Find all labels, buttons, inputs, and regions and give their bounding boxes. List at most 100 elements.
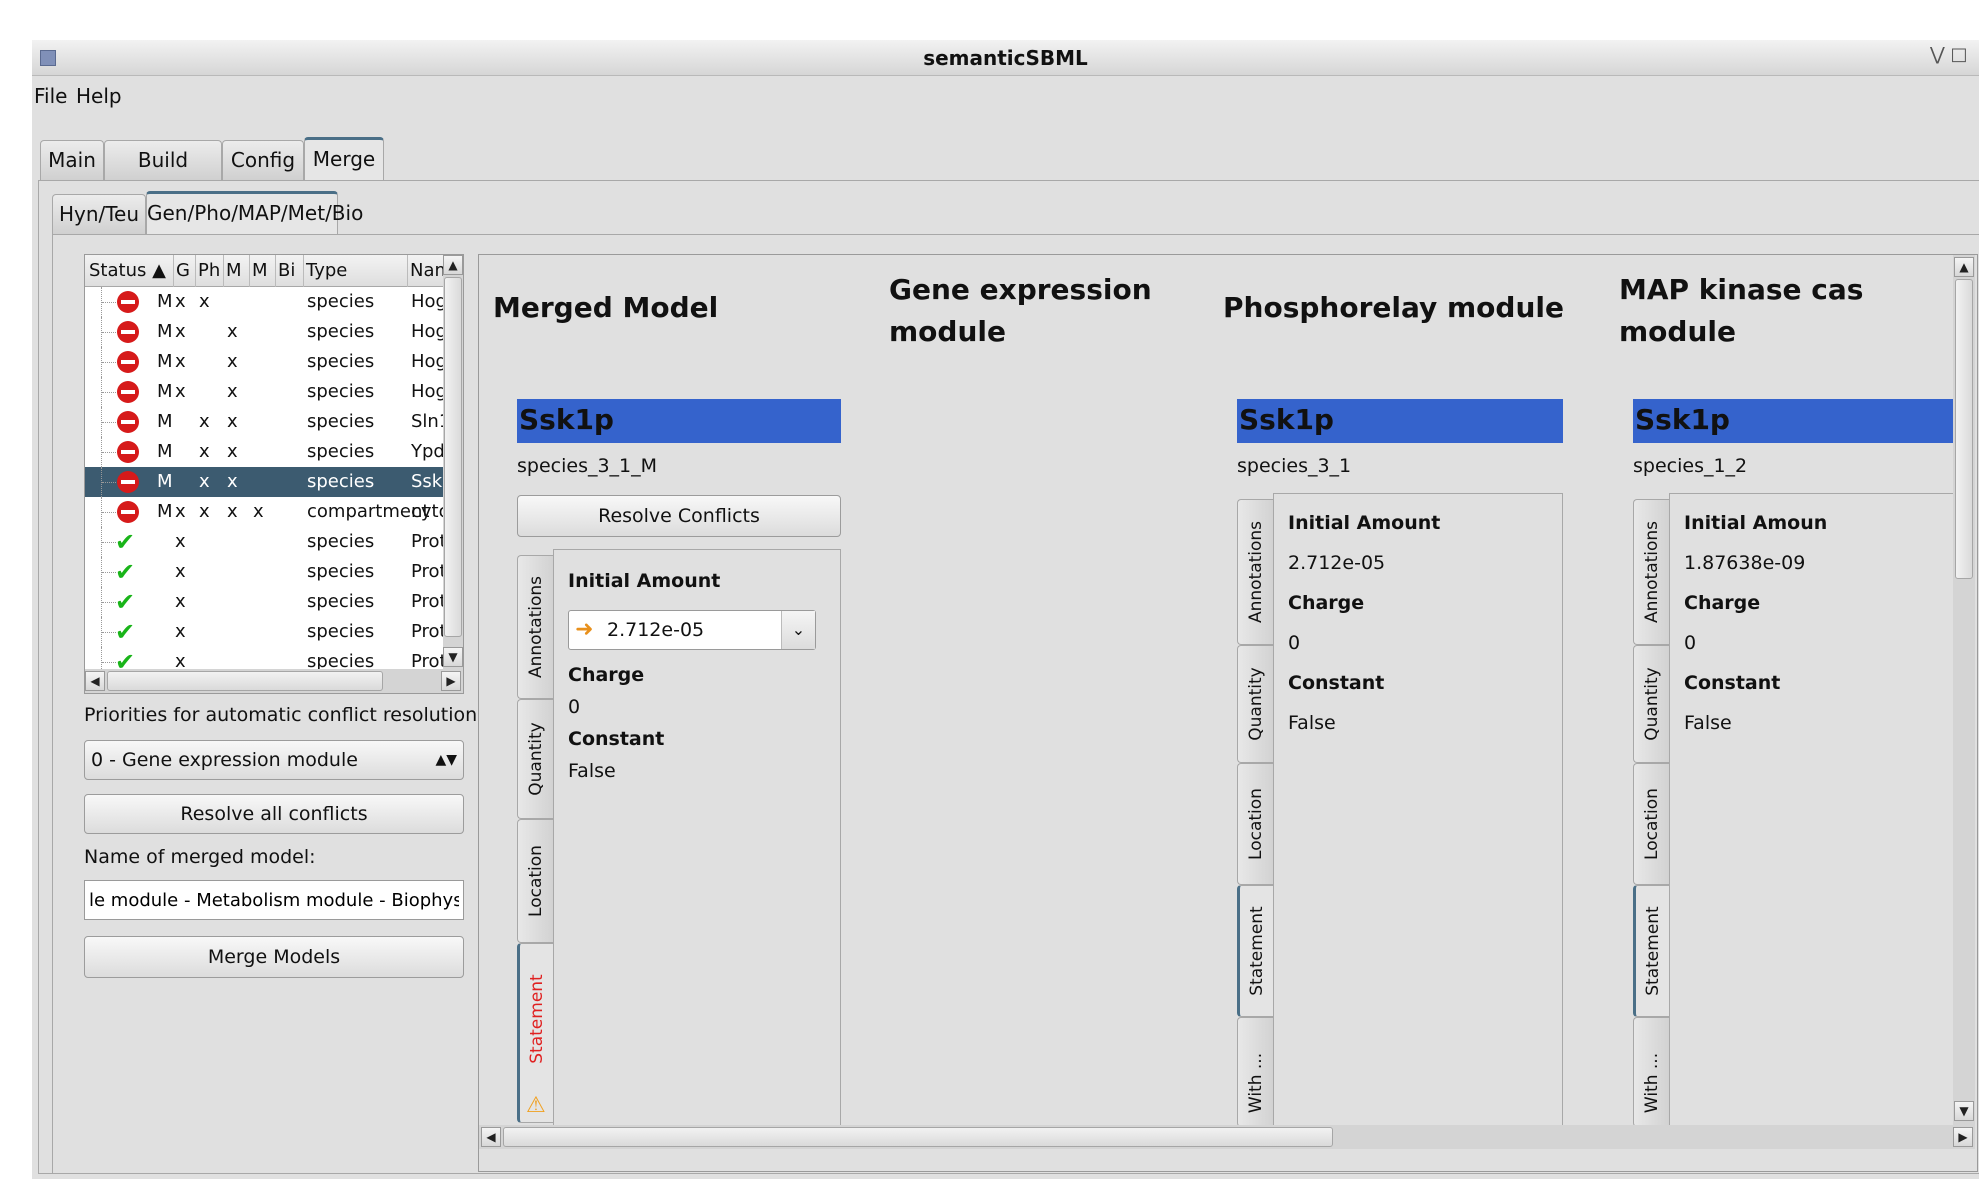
scroll-left-icon[interactable]: ◀ [481, 1127, 501, 1147]
ok-check-icon: ✔ [115, 588, 136, 616]
merged-vtab-quantity[interactable]: Quantity [517, 699, 553, 819]
maximize-icon[interactable]: □ [1951, 44, 1968, 65]
col-bi[interactable]: Bi [275, 255, 302, 287]
cell-mark: M [157, 441, 173, 462]
table-vscroll-thumb[interactable] [444, 277, 462, 637]
col-ph[interactable]: Ph [195, 255, 222, 287]
merge-models-button[interactable]: Merge Models [84, 936, 464, 978]
map-vtab-annotations[interactable]: Annotations [1633, 499, 1669, 645]
table-row[interactable]: MxxspeciesHog1p [85, 347, 443, 377]
cell-type: species [307, 441, 375, 462]
conflict-stop-icon [117, 291, 139, 313]
cell-mark: M [157, 381, 173, 402]
table-hscroll[interactable]: ◀ ▶ [85, 669, 463, 693]
table-row[interactable]: Mxx species Ssk1p [85, 467, 443, 497]
table-row[interactable]: Mxxxxcompartmentcytosol [85, 497, 443, 527]
col-m2[interactable]: M [249, 255, 274, 287]
scroll-down-icon[interactable]: ▼ [1954, 1101, 1974, 1121]
table-row[interactable]: ✔ x species Protein [85, 587, 443, 617]
cell-type: species [307, 291, 375, 312]
scroll-up-icon[interactable]: ▲ [1954, 257, 1974, 277]
menu-file[interactable]: File [34, 77, 67, 115]
cell-mark: M [157, 321, 173, 342]
map-vtab-quantity[interactable]: Quantity [1633, 645, 1669, 763]
merged-vtab-location[interactable]: Location [517, 819, 553, 943]
tab-config[interactable]: Config [222, 140, 304, 180]
cell-mark: M [157, 471, 173, 492]
col-name[interactable]: Name [407, 255, 446, 287]
map-kinase-heading: MAP kinase cas module [1619, 273, 1864, 348]
initial-amount-label: Initial Amount [568, 570, 721, 592]
comparison-viewport: Merged Model Ssk1p species_3_1_M Resolve… [479, 255, 1975, 1125]
merged-model-heading: Merged Model [493, 291, 719, 324]
col-status[interactable]: Status ▲ [89, 255, 166, 287]
phospho-vtab-annotations[interactable]: Annotations [1237, 499, 1273, 645]
comparison-vscroll[interactable]: ▲ ▼ [1953, 255, 1975, 1125]
comparison-vscroll-thumb[interactable] [1955, 279, 1973, 579]
tree-branch [102, 602, 116, 603]
charge-label: Charge [1684, 592, 1761, 614]
scroll-down-icon[interactable]: ▼ [443, 647, 463, 667]
table-row[interactable]: ✔ x species Protein [85, 557, 443, 587]
priorities-select[interactable]: 0 - Gene expression module ▲▼ [84, 740, 464, 780]
cell-g: x [175, 291, 186, 312]
scroll-right-icon[interactable]: ▶ [441, 671, 461, 691]
map-vtab-location[interactable]: Location [1633, 763, 1669, 885]
merged-name-input[interactable] [84, 880, 464, 920]
phospho-vtab-with[interactable]: With ... [1237, 1017, 1273, 1125]
comparison-hscroll[interactable]: ◀ ▶ [479, 1125, 1975, 1149]
conflict-stop-icon [117, 501, 139, 523]
cell-name: Protein [411, 621, 443, 642]
tab-main[interactable]: Main [40, 140, 104, 180]
table-row[interactable]: ✔ x species Protein [85, 617, 443, 647]
cell-name: Hog1p [411, 351, 443, 372]
cell-m1: x [227, 381, 238, 402]
table-row[interactable]: MxxspeciesHog1p [85, 317, 443, 347]
ok-check-icon: ✔ [115, 528, 136, 556]
map-vtab-statement[interactable]: Statement [1633, 885, 1669, 1017]
scroll-left-icon[interactable]: ◀ [85, 671, 105, 691]
merged-vtab-statement[interactable]: Statement ⚠ [517, 943, 553, 1123]
table-hscroll-thumb[interactable] [107, 671, 383, 691]
table-row[interactable]: Mxx species Ypd1pP [85, 437, 443, 467]
tab-merge[interactable]: Merge [304, 137, 384, 180]
tree-branch [102, 452, 116, 453]
phospho-vtab-location[interactable]: Location [1237, 763, 1273, 885]
table-vscroll[interactable]: ▲ ▼ [443, 255, 463, 669]
cell-mark: M [157, 411, 173, 432]
tree-branch [102, 362, 116, 363]
cell-name: cytosol [411, 501, 443, 522]
window-controls[interactable]: ⋁ □ [1930, 44, 1970, 72]
table-row[interactable]: ✔ x species Protein [85, 647, 443, 669]
table-row[interactable]: Mxx species Sln1pP [85, 407, 443, 437]
scroll-up-icon[interactable]: ▲ [443, 255, 463, 275]
scroll-right-icon[interactable]: ▶ [1953, 1127, 1973, 1147]
initial-amount-select[interactable]: ➜ 2.712e-05 ⌄ [568, 610, 816, 650]
comparison-hscroll-thumb[interactable] [503, 1127, 1333, 1147]
tab-build-model[interactable]: Build model [104, 140, 222, 210]
cell-m2: x [253, 501, 264, 522]
table-row[interactable]: MxxspeciesHog1p [85, 287, 443, 317]
conflict-table[interactable]: Status ▲ G Ph M M Bi Type Name Mxxspecie… [84, 254, 464, 694]
phospho-vtab-statement[interactable]: Statement [1237, 885, 1273, 1017]
cell-type: species [307, 351, 375, 372]
col-g[interactable]: G [173, 255, 194, 287]
tab-hyn-teu[interactable]: Hyn/Teu [52, 194, 146, 234]
resolve-all-conflicts-button[interactable]: Resolve all conflicts [84, 794, 464, 834]
cell-g: x [175, 561, 186, 582]
dropdown-chevron-icon[interactable]: ⌄ [781, 611, 815, 649]
phospho-vtab-quantity[interactable]: Quantity [1237, 645, 1273, 763]
tab-gen-pho-map-met-bio[interactable]: Gen/Pho/MAP/Met/Bio [146, 191, 363, 234]
menu-help[interactable]: Help [76, 77, 122, 115]
shade-icon[interactable]: ⋁ [1930, 44, 1945, 65]
table-row[interactable]: MxxspeciesHog1p [85, 377, 443, 407]
cell-type: species [307, 561, 375, 582]
table-row[interactable]: ✔ x species Protein [85, 527, 443, 557]
cell-g: x [175, 621, 186, 642]
merged-vtab-annotations[interactable]: Annotations [517, 555, 553, 699]
map-vtab-with[interactable]: With ... [1633, 1017, 1669, 1125]
resolve-conflicts-button[interactable]: Resolve Conflicts [517, 495, 841, 537]
initial-amount-label: Initial Amoun [1684, 512, 1828, 534]
col-m1[interactable]: M [223, 255, 248, 287]
conflict-stop-icon [117, 321, 139, 343]
